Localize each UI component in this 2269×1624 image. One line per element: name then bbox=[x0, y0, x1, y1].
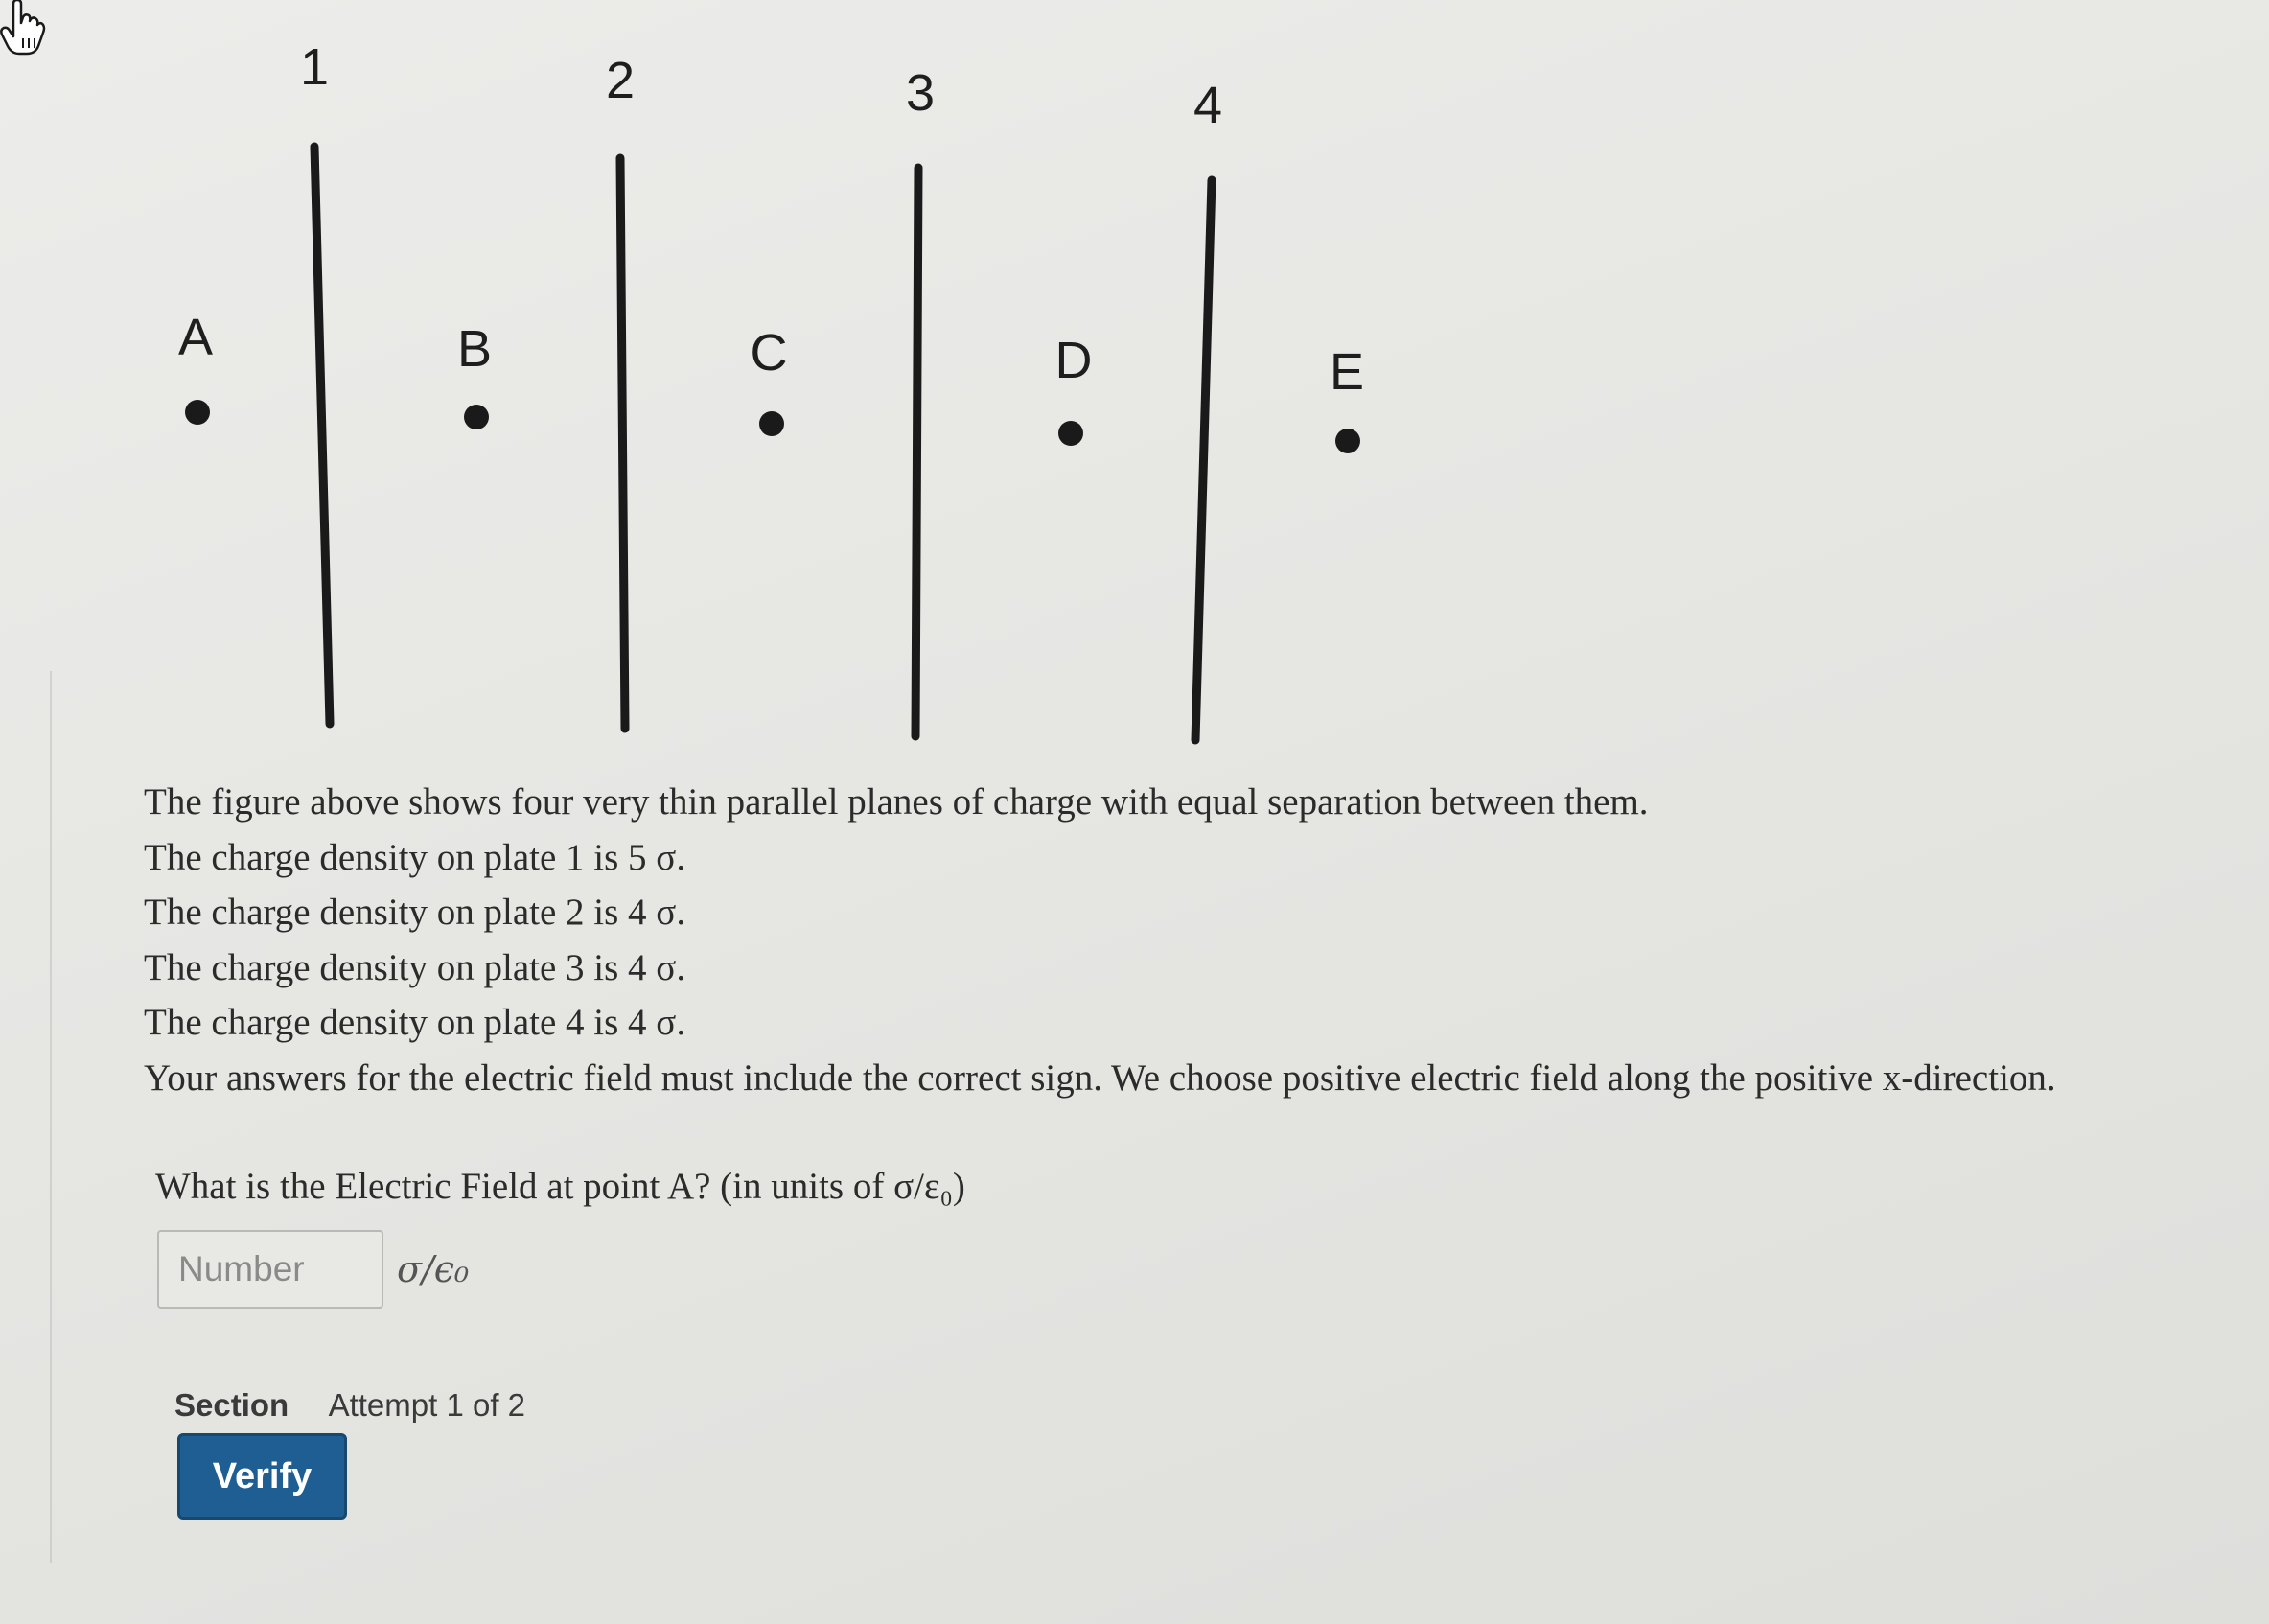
plate-4 bbox=[1191, 175, 1216, 745]
point-b-label: B bbox=[456, 320, 493, 378]
plate-3-number: 3 bbox=[905, 64, 936, 122]
problem-line: The figure above shows four very thin pa… bbox=[144, 781, 1649, 823]
section-label: Section bbox=[174, 1387, 289, 1423]
plate-3 bbox=[911, 163, 923, 741]
problem-line: The charge density on plate 3 is 4 σ. bbox=[144, 946, 686, 988]
problem-line: The charge density on plate 4 is 4 σ. bbox=[144, 1002, 686, 1043]
point-a-dot bbox=[185, 400, 210, 425]
section-info: Section Attempt 1 of 2 bbox=[174, 1387, 525, 1424]
answer-row: σ/ϵ₀ bbox=[157, 1230, 469, 1309]
answer-number-input[interactable] bbox=[157, 1230, 383, 1309]
problem-statement: The figure above shows four very thin pa… bbox=[144, 775, 2262, 1105]
plate-1-number: 1 bbox=[299, 38, 330, 96]
problem-line: Your answers for the electric field must… bbox=[144, 1056, 2056, 1099]
content-border bbox=[50, 671, 52, 1563]
question-text: What is the Electric Field at point A? (… bbox=[155, 1166, 965, 1207]
plate-1 bbox=[310, 142, 335, 729]
point-d-dot bbox=[1058, 421, 1083, 446]
plate-4-number: 4 bbox=[1192, 77, 1223, 134]
charge-planes-figure: 1 2 3 4 A B C D E bbox=[0, 0, 1438, 767]
point-b-dot bbox=[464, 405, 489, 429]
point-e-label: E bbox=[1329, 343, 1365, 401]
hand-pointer-icon bbox=[0, 0, 46, 56]
attempt-counter: Attempt 1 of 2 bbox=[328, 1387, 526, 1423]
plate-2 bbox=[615, 153, 630, 733]
point-d-label: D bbox=[1054, 332, 1093, 389]
point-e-dot bbox=[1335, 429, 1360, 453]
point-c-dot bbox=[759, 411, 784, 436]
problem-line: The charge density on plate 2 is 4 σ. bbox=[144, 892, 686, 933]
verify-button[interactable]: Verify bbox=[177, 1433, 347, 1520]
plate-2-number: 2 bbox=[605, 52, 636, 109]
answer-unit: σ/ϵ₀ bbox=[397, 1248, 470, 1290]
problem-line: The charge density on plate 1 is 5 σ. bbox=[144, 836, 686, 878]
point-c-label: C bbox=[750, 324, 788, 382]
point-a-label: A bbox=[177, 309, 214, 366]
